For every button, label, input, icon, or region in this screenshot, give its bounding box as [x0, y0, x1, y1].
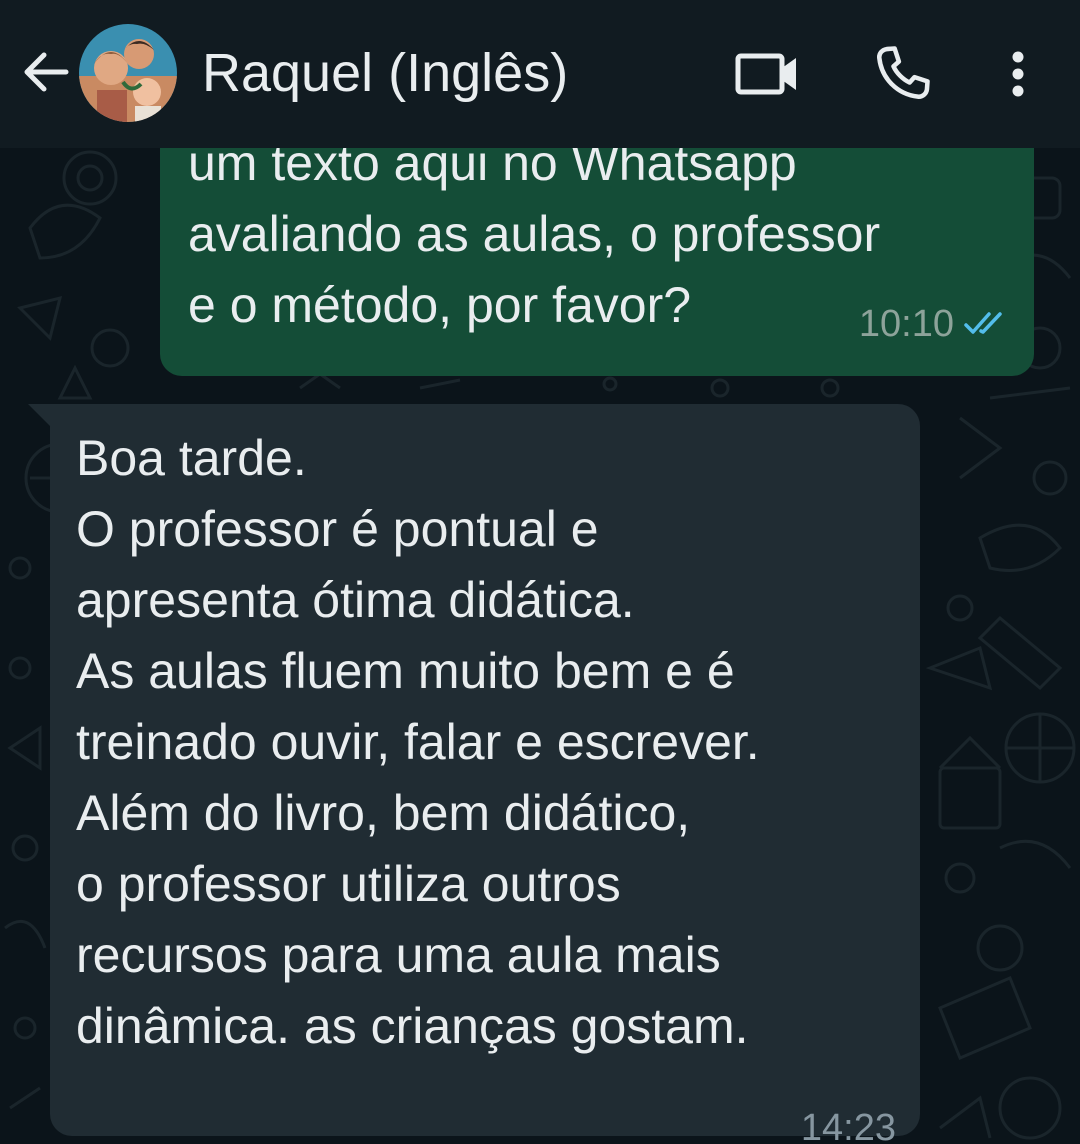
video-call-button[interactable] [732, 44, 804, 104]
more-options-button[interactable] [996, 40, 1040, 108]
outgoing-message-bubble[interactable]: um texto aqui no Whatsapp avaliando as a… [160, 148, 1034, 376]
incoming-message-time: 14:23 [800, 1107, 896, 1144]
phone-icon [877, 46, 930, 99]
back-button[interactable] [18, 44, 74, 100]
double-check-read-icon [964, 312, 1002, 334]
chat-area[interactable]: um texto aqui no Whatsapp avaliando as a… [0, 148, 1080, 1144]
incoming-message-bubble[interactable]: Boa tarde. O professor é pontual e apres… [28, 404, 920, 1144]
contact-name[interactable]: Raquel (Inglês) [202, 36, 568, 110]
more-vertical-icon [1012, 51, 1024, 97]
voice-call-button[interactable] [868, 40, 936, 108]
incoming-message-meta: 14:23 [801, 1088, 896, 1144]
incoming-message-text: Boa tarde. O professor é pontual e apres… [76, 430, 760, 1054]
outgoing-message-time: 10:10 [858, 303, 954, 345]
outgoing-message-meta: 10:10 [859, 304, 1010, 344]
contact-avatar[interactable] [79, 24, 177, 122]
video-camera-icon [735, 53, 796, 95]
chat-header: Raquel (Inglês) [0, 0, 1080, 148]
arrow-left-icon [24, 52, 69, 92]
bubble-tail [28, 404, 52, 428]
